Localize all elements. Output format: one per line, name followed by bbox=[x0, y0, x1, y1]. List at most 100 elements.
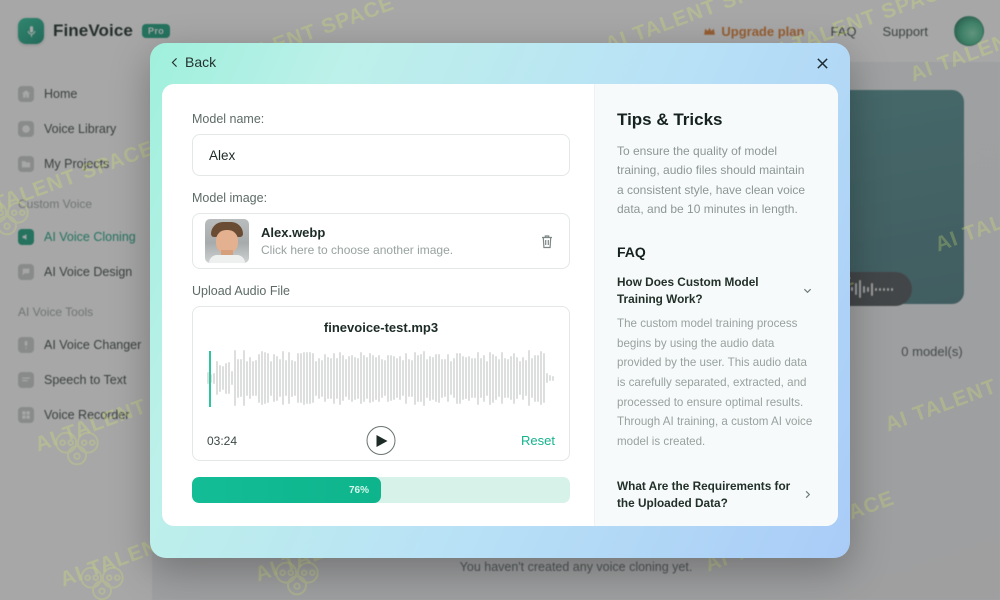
waveform-bar bbox=[342, 355, 344, 401]
faq-question: What Are the Requirements for the Upload… bbox=[617, 478, 791, 510]
waveform-bar bbox=[333, 352, 335, 404]
model-image-thumbnail bbox=[205, 219, 249, 263]
waveform-bar bbox=[246, 360, 248, 396]
waveform-bar bbox=[318, 357, 320, 399]
chevron-right-icon[interactable] bbox=[803, 490, 814, 499]
waveform-bar bbox=[444, 359, 446, 397]
reset-button[interactable]: Reset bbox=[521, 433, 555, 448]
waveform-bar bbox=[393, 356, 395, 400]
chevron-down-icon[interactable] bbox=[803, 286, 814, 295]
waveform-bar bbox=[498, 359, 500, 397]
waveform-bar bbox=[507, 358, 509, 398]
waveform-bar bbox=[510, 356, 512, 400]
waveform-bar bbox=[537, 354, 539, 402]
waveform-bar bbox=[282, 351, 284, 405]
waveform-bar bbox=[288, 352, 290, 404]
waveform-bar bbox=[222, 366, 224, 390]
waveform-bar bbox=[411, 359, 413, 397]
waveform-bar bbox=[228, 362, 230, 394]
waveform-bar bbox=[231, 371, 233, 385]
training-progress-bar: 76% bbox=[192, 477, 570, 503]
waveform-bar bbox=[519, 361, 521, 395]
waveform-bar bbox=[528, 350, 530, 406]
back-label: Back bbox=[185, 54, 217, 70]
waveform-bar bbox=[420, 354, 422, 402]
waveform-bar bbox=[357, 357, 359, 399]
waveform-bar bbox=[486, 360, 488, 396]
back-button[interactable]: Back bbox=[170, 54, 216, 70]
modal-header: Back bbox=[150, 43, 850, 84]
waveform-bar bbox=[276, 355, 278, 401]
waveform-bar bbox=[495, 356, 497, 400]
faq-title: FAQ bbox=[617, 243, 646, 260]
waveform-bar bbox=[309, 352, 311, 404]
waveform-bar bbox=[501, 352, 503, 404]
waveform-bar bbox=[396, 358, 398, 398]
model-name-value: Alex bbox=[209, 147, 236, 163]
waveform-bar bbox=[489, 351, 491, 405]
faq-question: How Does Custom Model Training Work? bbox=[617, 274, 759, 306]
waveform-bar bbox=[459, 352, 461, 404]
waveform-bar bbox=[399, 356, 401, 400]
waveform-bar bbox=[546, 373, 548, 383]
waveform-bar bbox=[258, 353, 260, 403]
waveform-bar bbox=[348, 356, 350, 400]
waveform-bar bbox=[279, 359, 281, 397]
waveform-bar bbox=[324, 354, 326, 402]
faq-item[interactable]: What Are the Requirements for the Upload… bbox=[617, 478, 814, 512]
model-image-picker[interactable]: Alex.webp Click here to choose another i… bbox=[192, 213, 570, 269]
image-meta: Alex.webp Click here to choose another i… bbox=[261, 225, 525, 257]
waveform-bar bbox=[381, 358, 383, 398]
waveform-bar bbox=[267, 353, 269, 403]
waveform-bar bbox=[441, 358, 443, 398]
waveform-bar bbox=[315, 360, 317, 396]
waveform-bar bbox=[369, 353, 371, 403]
model-name-input[interactable]: Alex bbox=[192, 134, 570, 176]
waveform-bar bbox=[450, 361, 452, 395]
waveform-bar bbox=[438, 353, 440, 403]
faq-question-row[interactable]: How Does Custom Model Training Work? bbox=[617, 274, 814, 308]
play-icon[interactable] bbox=[366, 426, 396, 455]
waveform-bar bbox=[540, 351, 542, 405]
waveform-bar bbox=[522, 356, 524, 400]
waveform-bar bbox=[237, 358, 239, 398]
waveform-bar bbox=[216, 361, 218, 395]
waveform-bar bbox=[483, 354, 485, 402]
model-name-label: Model name: bbox=[192, 112, 265, 126]
faq-item[interactable]: How Does Custom Model Training Work? The … bbox=[617, 274, 814, 452]
waveform-bar bbox=[552, 375, 554, 381]
trash-icon[interactable] bbox=[537, 231, 557, 251]
waveform-bar bbox=[366, 357, 368, 399]
audio-file-name: finevoice-test.mp3 bbox=[323, 320, 439, 335]
waveform-bar bbox=[339, 351, 341, 405]
waveform-bar bbox=[402, 360, 404, 396]
image-hint: Click here to choose another image. bbox=[261, 243, 454, 257]
waveform-bar bbox=[435, 354, 437, 402]
waveform-bar bbox=[252, 360, 254, 396]
waveform-bar bbox=[414, 351, 416, 405]
waveform-bar bbox=[306, 352, 308, 404]
waveform-bar bbox=[240, 359, 242, 397]
waveform-bar bbox=[219, 364, 221, 392]
waveform-bar bbox=[378, 354, 380, 402]
waveform-bar bbox=[408, 359, 410, 397]
waveform-bar bbox=[405, 352, 407, 404]
waveform-bar bbox=[531, 358, 533, 398]
tips-pane: Tips & Tricks To ensure the quality of m… bbox=[594, 84, 838, 526]
waveform-cursor[interactable] bbox=[209, 351, 211, 407]
waveform-bar bbox=[477, 351, 479, 405]
waveform-bar bbox=[456, 352, 458, 404]
close-icon[interactable] bbox=[812, 53, 832, 73]
image-file-name: Alex.webp bbox=[261, 225, 326, 240]
faq-question-row[interactable]: What Are the Requirements for the Upload… bbox=[617, 478, 814, 512]
audio-waveform[interactable] bbox=[207, 347, 555, 409]
waveform-bar bbox=[429, 355, 431, 401]
waveform-bar bbox=[453, 358, 455, 398]
waveform-bar bbox=[372, 354, 374, 402]
waveform-bar bbox=[534, 354, 536, 402]
faq-list: How Does Custom Model Training Work? The … bbox=[617, 274, 814, 526]
waveform-bar bbox=[243, 350, 245, 406]
screen: FineVoice Pro Upgrade plan FAQ Support H… bbox=[0, 0, 1000, 600]
waveform-bar bbox=[345, 359, 347, 397]
waveform-bar bbox=[360, 352, 362, 404]
